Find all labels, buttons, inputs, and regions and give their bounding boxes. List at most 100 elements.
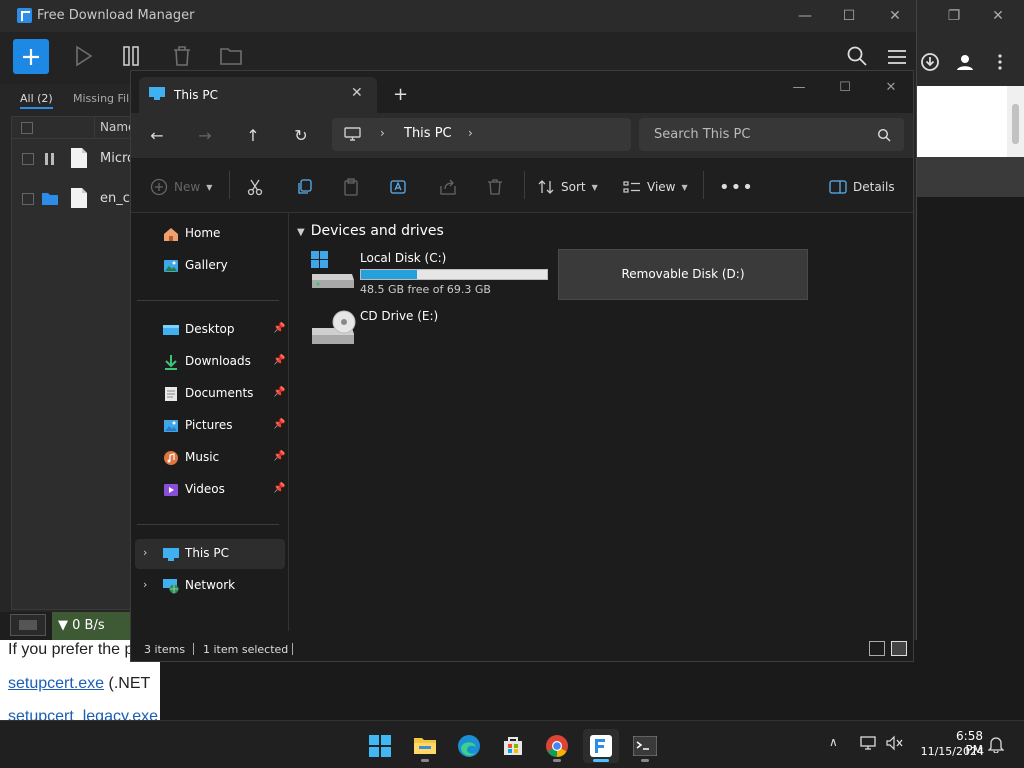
collapse-chevron-icon[interactable]: ▼	[297, 227, 305, 238]
copy-button[interactable]	[295, 175, 313, 199]
pause-icon[interactable]	[121, 44, 145, 68]
taskbar-edge[interactable]	[451, 729, 487, 763]
browser-scrollbar[interactable]	[1007, 86, 1024, 157]
download-icon[interactable]	[920, 52, 940, 72]
volume-muted-icon[interactable]	[886, 735, 904, 751]
profile-icon[interactable]	[956, 53, 974, 71]
trash-icon[interactable]	[170, 44, 194, 68]
notification-bell-icon[interactable]	[988, 735, 1004, 753]
fdm-filter-all-tab[interactable]: All (2)	[20, 92, 53, 109]
taskbar-file-explorer[interactable]	[407, 729, 443, 763]
fdm-menu-icon[interactable]	[886, 48, 908, 66]
setupcert-link[interactable]: setupcert.exe	[8, 675, 104, 692]
pin-icon[interactable]: 📌	[273, 323, 285, 334]
see-more-button[interactable]: •••	[719, 175, 754, 199]
pin-icon[interactable]: 📌	[273, 419, 285, 430]
fdm-close-icon[interactable]: ✕	[878, 4, 912, 28]
pin-icon[interactable]: 📌	[273, 451, 285, 462]
pin-icon[interactable]: 📌	[273, 483, 285, 494]
search-icon[interactable]	[877, 128, 891, 142]
view-button[interactable]: View ▼	[623, 175, 688, 199]
drive-removable-disk-d[interactable]: Removable Disk (D:)	[558, 249, 808, 300]
breadcrumb-this-pc[interactable]: This PC	[404, 126, 452, 141]
more-menu-icon[interactable]	[997, 54, 1003, 70]
search-input[interactable]	[639, 118, 904, 151]
documents-icon	[165, 387, 177, 401]
expand-chevron-icon[interactable]: ›	[143, 546, 147, 559]
forward-icon[interactable]: →	[193, 123, 217, 147]
browser-restore-icon[interactable]: ❐	[937, 4, 971, 28]
back-icon[interactable]: ←	[145, 123, 169, 147]
fdm-filter-missing-tab[interactable]: Missing Fil	[73, 92, 129, 105]
file-icon	[71, 188, 87, 208]
download-row[interactable]: Micro	[12, 139, 135, 179]
sidebar-item-videos[interactable]: Videos 📌	[135, 475, 285, 505]
sidebar-item-desktop[interactable]: Desktop 📌	[135, 315, 285, 345]
download-row[interactable]: en_c	[12, 179, 130, 219]
address-bar[interactable]: › This PC ›	[332, 118, 631, 151]
sidebar-item-music[interactable]: Music 📌	[135, 443, 285, 473]
pause-icon[interactable]	[44, 152, 56, 166]
fdm-search-icon[interactable]	[846, 45, 868, 67]
fdm-maximize-icon[interactable]: ☐	[832, 4, 866, 28]
details-pane-button[interactable]: Details	[829, 175, 895, 199]
sidebar-item-label: Music	[185, 450, 220, 464]
monitor-icon	[149, 87, 165, 100]
group-header[interactable]: ▼ Devices and drives	[297, 223, 444, 239]
network-status-icon[interactable]	[860, 735, 878, 751]
sidebar-divider	[137, 524, 279, 525]
drive-cd-e[interactable]: CD Drive (E:)	[310, 305, 550, 355]
taskbar-terminal[interactable]	[627, 729, 663, 763]
cut-button[interactable]	[246, 175, 264, 199]
command-separator	[229, 171, 230, 199]
sidebar-item-downloads[interactable]: Downloads 📌	[135, 347, 285, 377]
folder-move-icon[interactable]	[219, 44, 243, 68]
tray-overflow-chevron-icon[interactable]: ∧	[829, 735, 838, 749]
sidebar-item-documents[interactable]: Documents 📌	[135, 379, 285, 409]
delete-button[interactable]	[486, 175, 504, 199]
tiles-view-icon[interactable]	[891, 641, 907, 656]
breadcrumb-chevron-icon[interactable]: ›	[468, 126, 473, 140]
select-all-checkbox[interactable]	[21, 122, 33, 134]
start-button[interactable]	[362, 729, 398, 763]
explorer-close-icon[interactable]: ✕	[871, 75, 911, 99]
fdm-speed-mode-button[interactable]	[10, 614, 46, 636]
drive-usage-bar	[360, 269, 548, 280]
sort-button[interactable]: Sort ▼	[537, 175, 598, 199]
explorer-minimize-icon[interactable]: —	[779, 75, 819, 99]
sidebar-item-home[interactable]: Home	[135, 219, 285, 249]
setupcert-legacy-link[interactable]: setupcert_legacy.exe	[8, 708, 158, 720]
tab-close-icon[interactable]: ✕	[351, 85, 363, 101]
sidebar-item-this-pc[interactable]: › This PC	[135, 539, 285, 569]
share-button[interactable]	[439, 175, 457, 199]
fdm-minimize-icon[interactable]: —	[788, 4, 822, 28]
details-view-icon[interactable]	[869, 641, 885, 656]
up-icon[interactable]: ↑	[241, 123, 265, 147]
sidebar-item-gallery[interactable]: Gallery	[135, 251, 285, 281]
taskbar-chrome[interactable]	[539, 729, 575, 763]
play-icon[interactable]	[72, 44, 96, 68]
refresh-icon[interactable]: ↻	[289, 123, 313, 147]
sidebar-item-network[interactable]: › Network	[135, 571, 285, 601]
taskbar-store[interactable]	[495, 729, 531, 763]
store-icon	[504, 737, 522, 755]
clock-date[interactable]: 11/15/2024	[912, 745, 984, 758]
browser-close-icon[interactable]: ✕	[981, 4, 1015, 28]
folder-icon[interactable]	[41, 191, 59, 206]
fdm-add-download-button[interactable]	[13, 39, 49, 74]
pin-icon[interactable]: 📌	[273, 355, 285, 366]
row-checkbox[interactable]	[22, 153, 34, 165]
row-checkbox[interactable]	[22, 193, 34, 205]
new-button[interactable]: New ▼	[150, 175, 212, 199]
explorer-maximize-icon[interactable]: ☐	[825, 75, 865, 99]
scrollbar-thumb[interactable]	[1012, 104, 1019, 144]
breadcrumb-chevron-icon[interactable]: ›	[380, 126, 385, 140]
expand-chevron-icon[interactable]: ›	[143, 578, 147, 591]
sidebar-item-pictures[interactable]: Pictures 📌	[135, 411, 285, 441]
new-tab-icon[interactable]: +	[393, 84, 408, 105]
paste-button[interactable]	[342, 175, 360, 199]
rename-button[interactable]	[390, 175, 408, 199]
taskbar-fdm[interactable]	[583, 729, 619, 763]
pin-icon[interactable]: 📌	[273, 387, 285, 398]
drive-local-disk-c[interactable]: Local Disk (C:) 48.5 GB free of 69.3 GB	[310, 247, 550, 297]
